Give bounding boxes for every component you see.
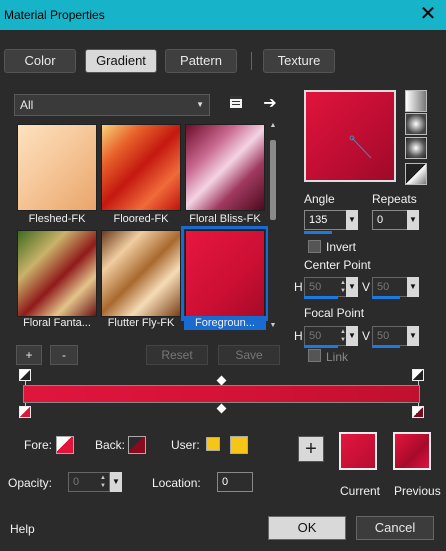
- cancel-button[interactable]: Cancel: [356, 516, 434, 540]
- gradient-list-scrollbar[interactable]: ▲ ▼: [268, 122, 278, 332]
- window-title: Material Properties: [4, 8, 105, 22]
- scroll-down-icon[interactable]: ▼: [268, 322, 278, 332]
- gradient-thumb[interactable]: [101, 124, 181, 211]
- user-label: User:: [171, 438, 200, 452]
- scrollbar-thumb[interactable]: [270, 140, 276, 220]
- focal-h-dropdown-icon[interactable]: ▼: [346, 326, 358, 346]
- angle-value: 135: [309, 214, 328, 226]
- gradient-thumb[interactable]: [17, 124, 97, 211]
- arrow-right-icon[interactable]: ➔: [260, 94, 280, 114]
- repeats-value: 0: [377, 214, 384, 226]
- angle-slider[interactable]: [304, 231, 332, 234]
- center-v-value: 50: [377, 281, 390, 293]
- gradient-label: Fleshed-FK: [28, 213, 86, 225]
- repeats-dropdown-icon[interactable]: ▼: [407, 210, 419, 230]
- gradient-thumb[interactable]: [101, 230, 181, 317]
- location-input[interactable]: 0: [217, 472, 253, 492]
- focal-v-dropdown-icon[interactable]: ▼: [407, 326, 419, 346]
- center-v-label: V: [362, 280, 371, 294]
- linear-gradient-style-icon[interactable]: [405, 90, 427, 112]
- category-dropdown[interactable]: All ▼: [14, 94, 210, 116]
- link-checkbox[interactable]: [308, 349, 321, 362]
- focal-h-label: H: [294, 329, 303, 343]
- fore-color-swatch[interactable]: [56, 436, 74, 454]
- opacity-value: 0: [73, 476, 80, 488]
- close-icon[interactable]: ✕: [418, 4, 438, 24]
- gradient-thumb[interactable]: [17, 230, 97, 317]
- sunburst-gradient-style-icon[interactable]: [405, 163, 427, 185]
- center-point-label: Center Point: [304, 258, 371, 272]
- invert-label: Invert: [326, 240, 357, 254]
- add-gradient-button[interactable]: +: [16, 345, 42, 365]
- ok-button[interactable]: OK: [268, 516, 346, 540]
- current-label: Current: [340, 484, 381, 498]
- user-color-swatch-small[interactable]: [206, 437, 220, 451]
- center-v-slider[interactable]: [372, 296, 400, 299]
- title-bar: Material Properties ✕: [0, 0, 446, 30]
- center-h-label: H: [294, 280, 303, 294]
- gradient-label: Floored-FK: [113, 213, 169, 225]
- back-color-swatch[interactable]: [128, 436, 146, 454]
- gradient-label: Floral Fanta...: [23, 317, 91, 329]
- category-value: All: [20, 98, 34, 112]
- invert-checkbox[interactable]: [308, 240, 321, 253]
- focal-point-label: Focal Point: [304, 306, 365, 320]
- gradient-editor-bar[interactable]: [23, 385, 420, 403]
- tab-pattern[interactable]: Pattern: [165, 49, 237, 73]
- link-label: Link: [326, 350, 349, 364]
- center-h-slider[interactable]: [304, 296, 338, 299]
- tab-divider: [251, 52, 252, 70]
- help-button[interactable]: Help: [10, 522, 35, 536]
- opacity-dropdown-icon[interactable]: ▼: [110, 472, 122, 492]
- focal-v-slider[interactable]: [372, 345, 400, 348]
- color-midpoint-icon[interactable]: [216, 403, 227, 414]
- angle-label: Angle: [304, 192, 335, 206]
- center-v-dropdown-icon[interactable]: ▼: [407, 277, 419, 297]
- gradient-label: Floral Bliss-FK: [189, 213, 261, 225]
- gradient-preview[interactable]: [304, 90, 396, 182]
- focal-h-slider[interactable]: [304, 345, 338, 348]
- opacity-stop-right-icon[interactable]: [412, 369, 424, 381]
- spinner-arrows-icon[interactable]: ▲▼: [98, 474, 108, 490]
- center-h-input[interactable]: 50 ▲ ▼: [304, 277, 350, 297]
- back-label: Back:: [95, 438, 126, 452]
- rectangular-gradient-style-icon[interactable]: [405, 113, 427, 135]
- repeats-label: Repeats: [372, 192, 417, 206]
- focal-v-value: 50: [377, 330, 390, 342]
- color-stop-right-icon[interactable]: [412, 406, 424, 418]
- user-color-swatch[interactable]: [230, 436, 248, 454]
- tab-gradient[interactable]: Gradient: [85, 49, 157, 73]
- opacity-midpoint-icon[interactable]: [216, 375, 227, 386]
- center-h-dropdown-icon[interactable]: ▼: [346, 277, 358, 297]
- focal-h-value: 50: [309, 330, 322, 342]
- focal-v-label: V: [362, 329, 371, 343]
- add-to-swatches-button[interactable]: +: [298, 436, 324, 462]
- opacity-input[interactable]: 0 ▲ ▼: [68, 472, 110, 492]
- opacity-stop-left-icon[interactable]: [19, 369, 31, 381]
- gradient-label: Flutter Fly-FK: [107, 317, 175, 329]
- reset-button[interactable]: Reset: [146, 345, 208, 365]
- gradient-thumb[interactable]: [185, 124, 265, 211]
- center-h-value: 50: [309, 281, 322, 293]
- remove-gradient-button[interactable]: -: [50, 345, 78, 365]
- angle-dropdown-icon[interactable]: ▼: [346, 210, 358, 230]
- radial-gradient-style-icon[interactable]: [405, 137, 427, 159]
- save-button[interactable]: Save: [218, 345, 280, 365]
- color-stop-left-icon[interactable]: [19, 406, 31, 418]
- location-value: 0: [222, 476, 229, 488]
- focal-h-input[interactable]: 50 ▲ ▼: [304, 326, 350, 346]
- location-label: Location:: [152, 476, 201, 490]
- tab-color[interactable]: Color: [4, 49, 76, 73]
- gradient-label-selected: Foregroun...: [184, 316, 266, 330]
- opacity-label: Opacity:: [8, 476, 53, 490]
- browse-folder-icon[interactable]: [226, 94, 246, 114]
- gradient-thumb-selected[interactable]: [181, 226, 269, 321]
- current-swatch[interactable]: [339, 432, 377, 470]
- chevron-down-icon: ▼: [196, 100, 204, 109]
- tab-texture[interactable]: Texture: [263, 49, 335, 73]
- fore-label: Fore:: [24, 438, 53, 452]
- scroll-up-icon[interactable]: ▲: [268, 122, 278, 132]
- previous-swatch[interactable]: [393, 432, 431, 470]
- previous-label: Previous: [394, 484, 441, 498]
